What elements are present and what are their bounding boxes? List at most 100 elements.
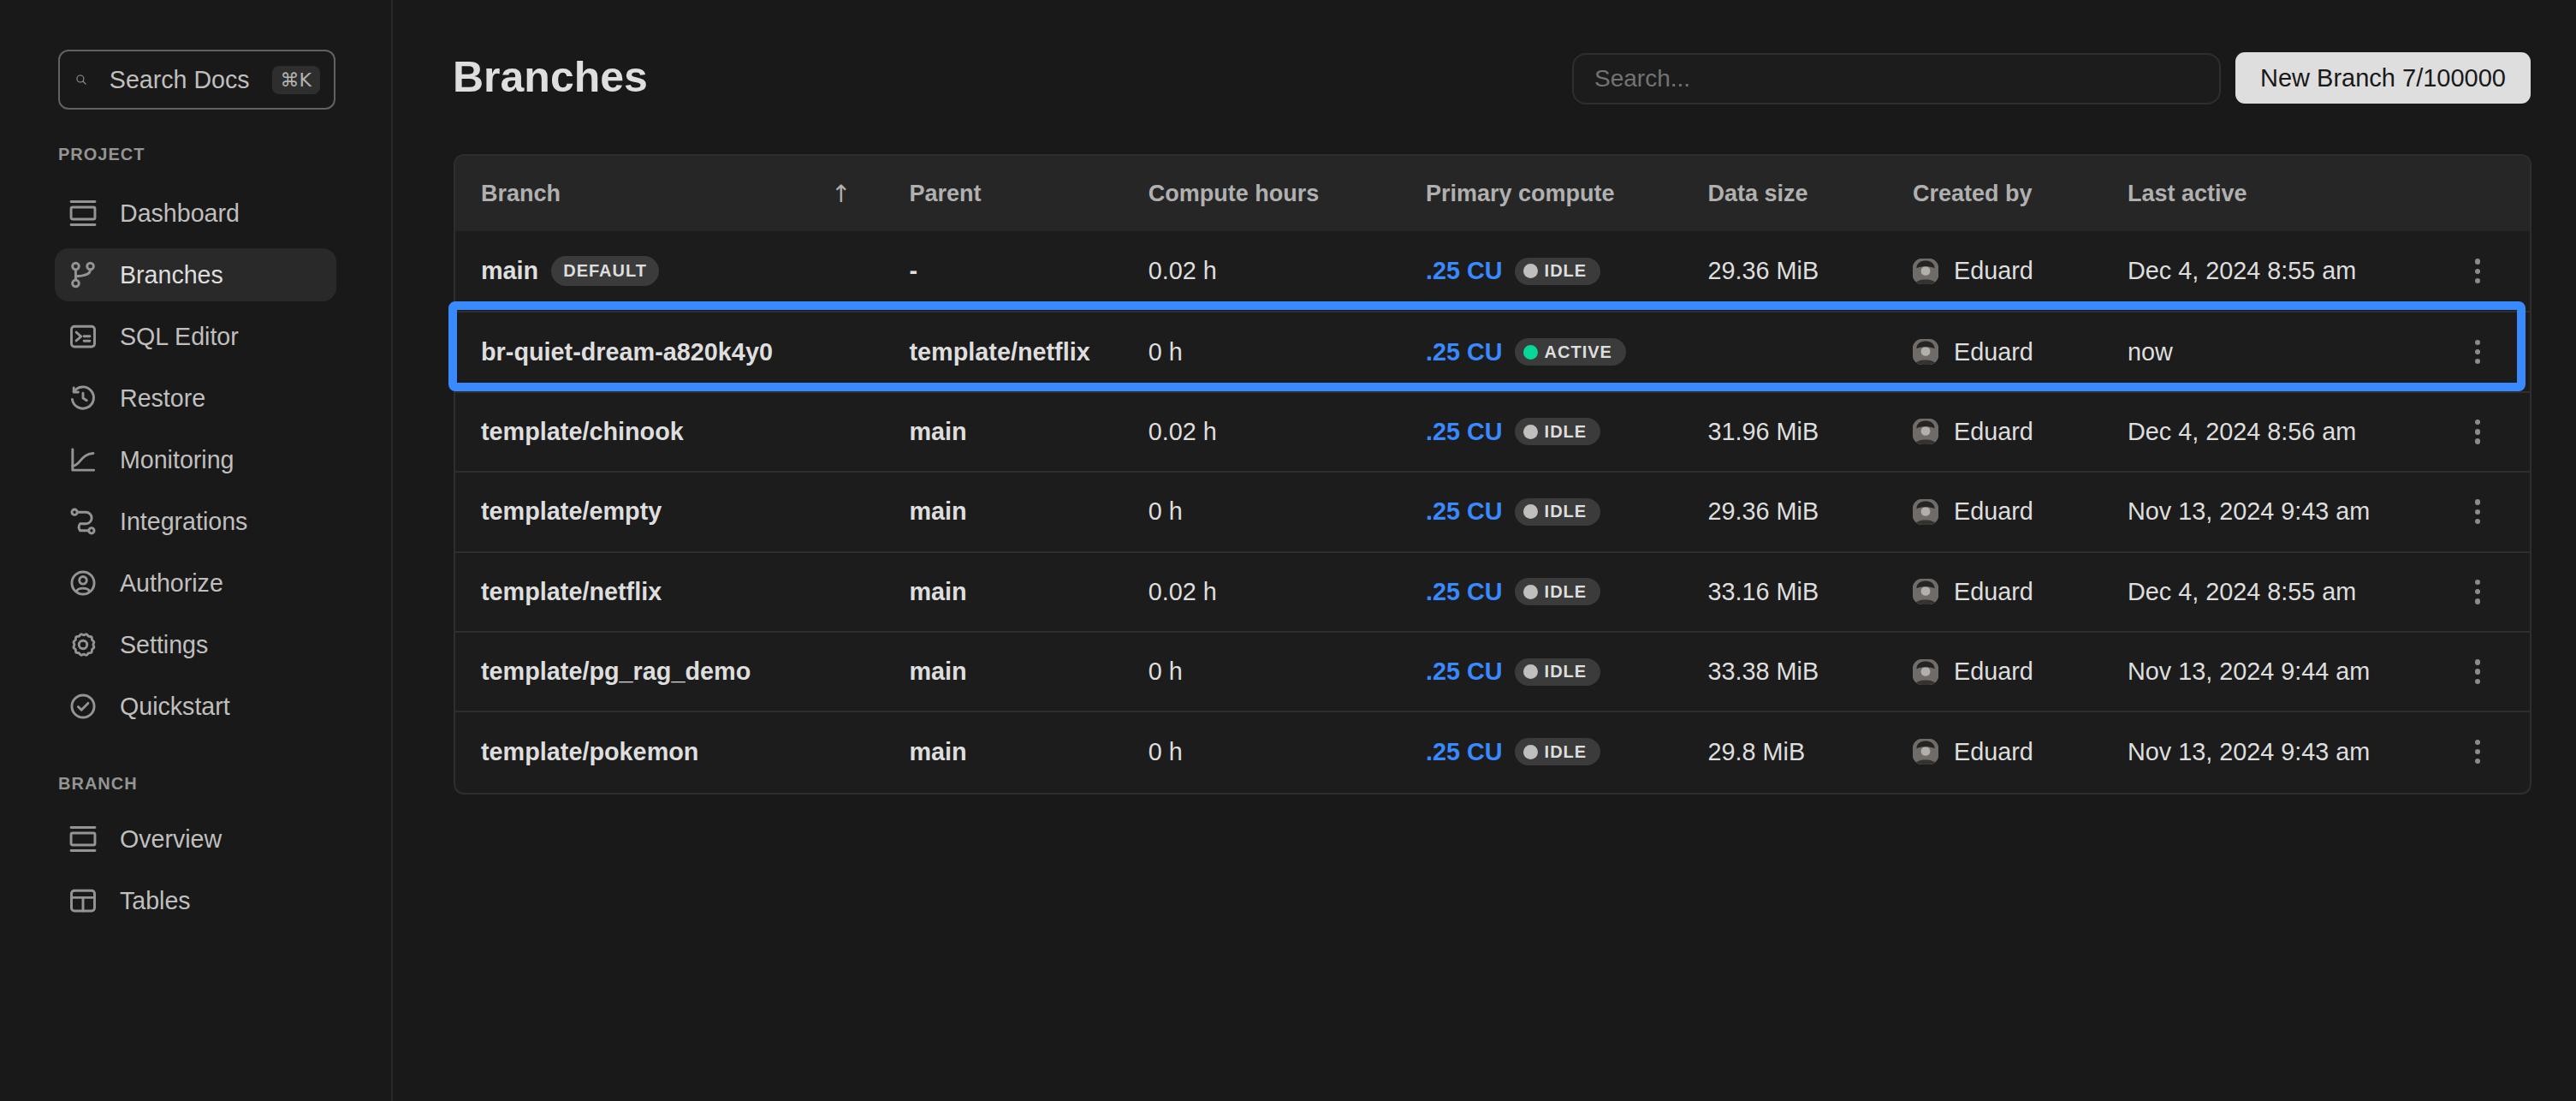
- kebab-menu-icon: [2475, 740, 2480, 765]
- compute-units: .25 CU: [1426, 578, 1503, 606]
- dashboard-icon: [68, 198, 98, 229]
- sidebar-section-label: PROJECT: [58, 144, 391, 164]
- overview-icon: [68, 824, 98, 854]
- primary-compute-cell: .25 CUIDLE: [1426, 738, 1708, 766]
- table-row[interactable]: template/chinookmain0.02 h.25 CUIDLE31.9…: [455, 391, 2530, 471]
- row-menu-button[interactable]: [2437, 712, 2530, 790]
- row-menu-button[interactable]: [2437, 312, 2530, 390]
- status-badge: IDLE: [1515, 258, 1601, 285]
- avatar: [1913, 259, 1938, 284]
- primary-compute-cell: .25 CUIDLE: [1426, 418, 1708, 446]
- table-header-row: BranchParentCompute hoursPrimary compute…: [455, 156, 2530, 231]
- row-menu-button[interactable]: [2437, 553, 2530, 631]
- status-badge: ACTIVE: [1515, 338, 1626, 366]
- branch-name: template/pg_rag_demo: [481, 658, 751, 686]
- created-by-name: Eduard: [1954, 497, 2033, 526]
- sidebar-item-label: Overview: [120, 825, 222, 854]
- settings-icon: [68, 629, 98, 660]
- column-header-primary-compute[interactable]: Primary compute: [1426, 181, 1708, 207]
- branch-name: template/pokemon: [481, 738, 698, 766]
- status-dot-icon: [1523, 745, 1538, 759]
- parent-cell: main: [910, 497, 1149, 526]
- sidebar-item-settings[interactable]: Settings: [55, 618, 336, 671]
- compute-units: .25 CU: [1426, 257, 1503, 285]
- branches-search-input[interactable]: [1572, 53, 2221, 104]
- status-badge: IDLE: [1515, 498, 1601, 526]
- column-header-created-by[interactable]: Created by: [1913, 181, 2128, 207]
- parent-cell: main: [910, 418, 1149, 446]
- status-badge: IDLE: [1515, 658, 1601, 686]
- sidebar-item-dashboard[interactable]: Dashboard: [55, 187, 336, 240]
- main-content: Branches New Branch 7/100000 BranchParen…: [395, 0, 2576, 1101]
- sidebar-item-restore[interactable]: Restore: [55, 372, 336, 425]
- avatar: [1913, 499, 1938, 525]
- sidebar-item-sql-editor[interactable]: SQL Editor: [55, 310, 336, 363]
- parent-cell: main: [910, 738, 1149, 766]
- column-header-parent[interactable]: Parent: [910, 181, 1149, 207]
- data-size-cell: 33.38 MiB: [1707, 658, 1913, 686]
- compute-units: .25 CU: [1426, 338, 1503, 366]
- sidebar-item-authorize[interactable]: Authorize: [55, 556, 336, 610]
- last-active-cell: Nov 13, 2024 9:43 am: [2128, 738, 2437, 766]
- table-row[interactable]: template/pokemonmain0 h.25 CUIDLE29.8 Mi…: [455, 711, 2530, 790]
- status-dot-icon: [1523, 264, 1538, 278]
- table-row[interactable]: template/pg_rag_demomain0 h.25 CUIDLE33.…: [455, 631, 2530, 711]
- created-by-cell: Eduard: [1913, 738, 2128, 766]
- data-size-cell: 33.16 MiB: [1707, 578, 1913, 606]
- kebab-menu-icon: [2475, 659, 2480, 684]
- sidebar: Search Docs ⌘K PROJECT Dashboard Branches S…: [0, 0, 393, 1101]
- sidebar-item-branches[interactable]: Branches: [55, 248, 336, 301]
- compute-hours-cell: 0 h: [1149, 738, 1426, 766]
- sidebar-item-label: Dashboard: [120, 199, 240, 228]
- created-by-cell: Eduard: [1913, 257, 2128, 285]
- search-docs-button[interactable]: Search Docs ⌘K: [58, 50, 335, 110]
- branch-cell: br-quiet-dream-a820k4y0: [455, 338, 910, 366]
- status-label: ACTIVE: [1545, 342, 1612, 362]
- avatar: [1913, 339, 1938, 365]
- compute-units: .25 CU: [1426, 497, 1503, 526]
- last-active-cell: Nov 13, 2024 9:43 am: [2128, 497, 2437, 526]
- row-menu-button[interactable]: [2437, 633, 2530, 711]
- column-header-compute-hours[interactable]: Compute hours: [1149, 181, 1426, 207]
- branch-cell: mainDEFAULT: [455, 256, 910, 286]
- kebab-menu-icon: [2475, 340, 2480, 365]
- branch-name: template/empty: [481, 497, 662, 526]
- column-header-last-active[interactable]: Last active: [2128, 181, 2437, 207]
- table-row[interactable]: template/netflixmain0.02 h.25 CUIDLE33.1…: [455, 551, 2530, 631]
- sidebar-item-label: Monitoring: [120, 446, 234, 474]
- row-menu-button[interactable]: [2437, 473, 2530, 550]
- sidebar-item-tables[interactable]: Tables: [55, 874, 336, 927]
- avatar: [1913, 739, 1938, 765]
- compute-units: .25 CU: [1426, 738, 1503, 766]
- new-branch-button[interactable]: New Branch 7/100000: [2235, 52, 2531, 104]
- sidebar-item-label: Integrations: [120, 508, 247, 536]
- table-row[interactable]: template/emptymain0 h.25 CUIDLE29.36 MiB…: [455, 471, 2530, 550]
- table-row[interactable]: br-quiet-dream-a820k4y0template/netflix0…: [455, 311, 2530, 390]
- table-row[interactable]: mainDEFAULT-0.02 h.25 CUIDLE29.36 MiBEdu…: [455, 231, 2530, 311]
- parent-cell: -: [910, 257, 1149, 285]
- table-body: mainDEFAULT-0.02 h.25 CUIDLE29.36 MiBEdu…: [455, 231, 2530, 791]
- compute-units: .25 CU: [1426, 418, 1503, 446]
- branches-icon: [68, 259, 98, 290]
- column-header-data-size[interactable]: Data size: [1707, 181, 1913, 207]
- status-dot-icon: [1523, 345, 1538, 360]
- row-menu-button[interactable]: [2437, 393, 2530, 471]
- branch-name: template/netflix: [481, 578, 662, 606]
- sidebar-item-label: Authorize: [120, 569, 223, 598]
- last-active-cell: Nov 13, 2024 9:44 am: [2128, 658, 2437, 686]
- created-by-name: Eduard: [1954, 257, 2033, 285]
- status-label: IDLE: [1545, 582, 1588, 602]
- primary-compute-cell: .25 CU IDLE: [1426, 578, 1708, 606]
- status-dot-icon: [1523, 425, 1538, 439]
- sidebar-item-integrations[interactable]: Integrations: [55, 495, 336, 548]
- compute-hours-cell: 0.02 h: [1149, 418, 1426, 446]
- sidebar-item-monitoring[interactable]: Monitoring: [55, 433, 336, 486]
- row-menu-button[interactable]: [2437, 231, 2530, 311]
- sidebar-item-quickstart[interactable]: Quickstart: [55, 680, 336, 733]
- status-label: IDLE: [1545, 261, 1588, 281]
- created-by-cell: Eduard: [1913, 338, 2128, 366]
- created-by-name: Eduard: [1954, 338, 2033, 366]
- page-title: Branches: [453, 52, 648, 102]
- sidebar-item-overview[interactable]: Overview: [55, 812, 336, 866]
- sidebar-item-label: SQL Editor: [120, 323, 239, 351]
